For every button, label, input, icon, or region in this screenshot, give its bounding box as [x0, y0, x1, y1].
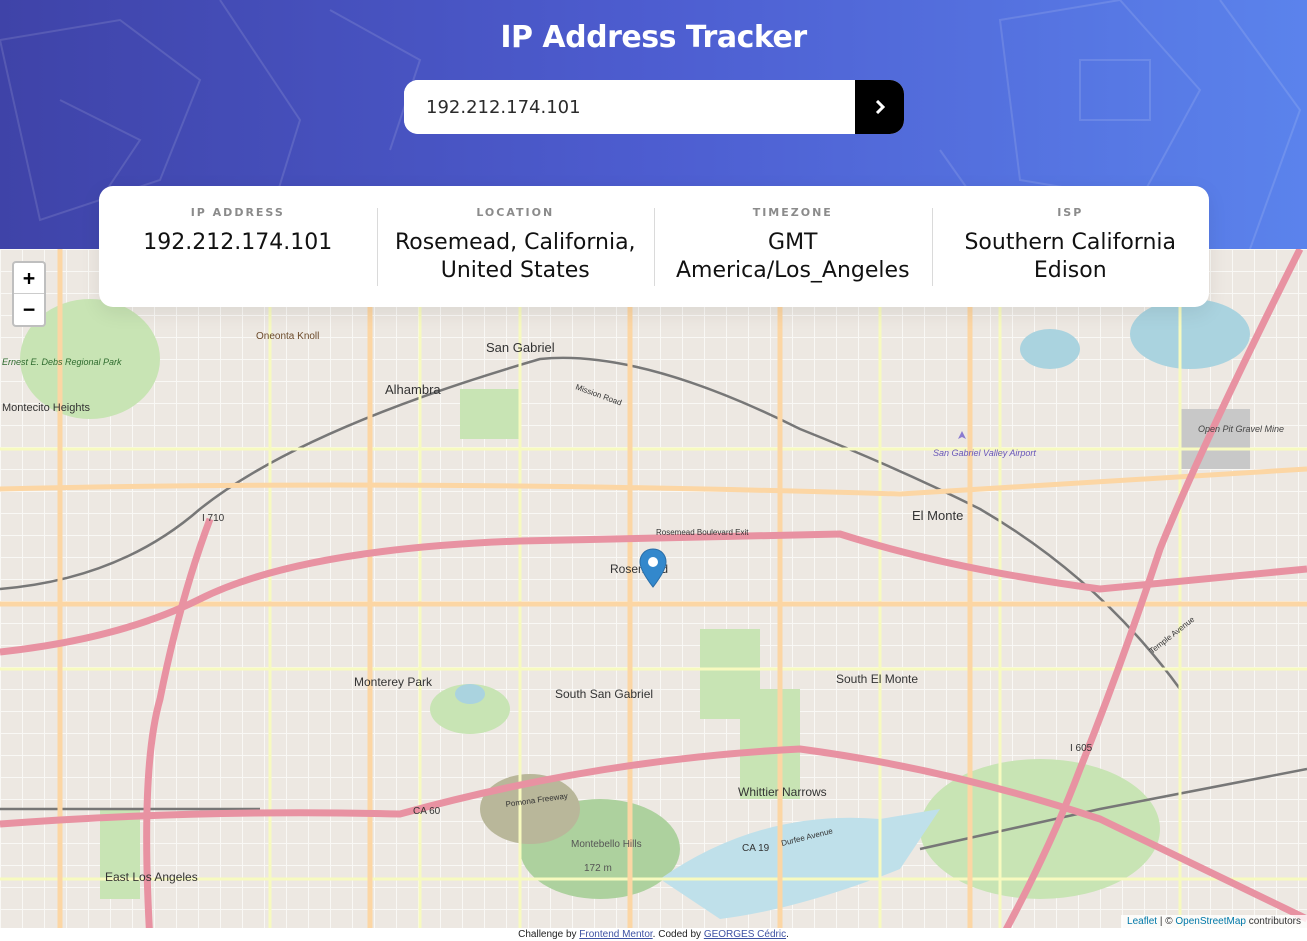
- footer-prefix: Challenge by: [518, 929, 580, 940]
- label-ernest-debs: Ernest E. Debs Regional Park: [2, 357, 122, 367]
- map-attribution: Leaflet | © OpenStreetMap contributors: [1121, 915, 1307, 928]
- zoom-in-button[interactable]: +: [14, 263, 44, 293]
- timezone-label: TIMEZONE: [752, 206, 833, 219]
- page-title: IP Address Tracker: [500, 20, 807, 55]
- info-card: IP ADDRESS 192.212.174.101 LOCATION Rose…: [99, 186, 1209, 307]
- shield-i710: I 710: [202, 513, 225, 524]
- label-open-pit: Open Pit Gravel Mine: [1198, 424, 1284, 434]
- shield-ca60: CA 60: [413, 806, 441, 817]
- footer: Challenge by Frontend Mentor. Coded by G…: [0, 928, 1307, 941]
- label-south-el-monte: South El Monte: [836, 672, 918, 686]
- isp-info: ISP Southern California Edison: [931, 186, 1210, 307]
- map-tiles[interactable]: San Gabriel Alhambra Rosemead El Monte M…: [0, 249, 1307, 941]
- ip-value: 192.212.174.101: [143, 230, 333, 255]
- label-el-monte: El Monte: [912, 508, 963, 523]
- label-san-gabriel: San Gabriel: [486, 340, 555, 355]
- frontend-mentor-link[interactable]: Frontend Mentor: [579, 929, 652, 940]
- ip-search-input[interactable]: [404, 80, 855, 134]
- label-montebello-elev: 172 m: [584, 863, 612, 874]
- label-airport: San Gabriel Valley Airport: [933, 448, 1036, 458]
- timezone-info: TIMEZONE GMT America/Los_Angeles: [654, 186, 932, 307]
- location-info: LOCATION Rosemead, California, United St…: [376, 186, 655, 307]
- location-value: Rosemead, California, United States: [394, 230, 636, 283]
- footer-mid: . Coded by: [652, 929, 704, 940]
- chevron-right-icon: [875, 100, 885, 114]
- ip-info: IP ADDRESS 192.212.174.101: [99, 186, 377, 307]
- map[interactable]: San Gabriel Alhambra Rosemead El Monte M…: [0, 249, 1307, 941]
- search-form: [404, 80, 904, 134]
- footer-end: .: [786, 929, 789, 940]
- label-montebello-hills: Montebello Hills: [571, 839, 642, 850]
- isp-label: ISP: [1057, 206, 1084, 219]
- ip-label: IP ADDRESS: [190, 206, 285, 219]
- label-east-los-angeles: East Los Angeles: [105, 870, 198, 884]
- location-label: LOCATION: [476, 206, 555, 219]
- label-south-san-gabriel: South San Gabriel: [555, 687, 653, 701]
- label-montecito-heights: Montecito Heights: [2, 402, 91, 414]
- road-rosemead-exit: Rosemead Boulevard Exit: [656, 528, 749, 537]
- leaflet-link[interactable]: Leaflet: [1127, 916, 1157, 927]
- label-oneonta-knoll: Oneonta Knoll: [256, 331, 319, 342]
- label-alhambra: Alhambra: [385, 382, 441, 397]
- attribution-separator: | ©: [1157, 916, 1176, 927]
- attribution-suffix: contributors: [1245, 916, 1301, 927]
- osm-link[interactable]: OpenStreetMap: [1175, 916, 1246, 927]
- zoom-out-button[interactable]: −: [14, 293, 44, 324]
- label-monterey-park: Monterey Park: [354, 675, 433, 689]
- author-link[interactable]: GEORGES Cédric: [704, 929, 786, 940]
- timezone-value: GMT America/Los_Angeles: [675, 230, 910, 283]
- shield-i605: I 605: [1070, 743, 1093, 754]
- label-whittier-narrows: Whittier Narrows: [738, 785, 827, 799]
- shield-ca19: CA 19: [742, 843, 770, 854]
- isp-value: Southern California Edison: [964, 230, 1177, 283]
- zoom-control: + −: [12, 261, 46, 327]
- submit-button[interactable]: [855, 80, 904, 134]
